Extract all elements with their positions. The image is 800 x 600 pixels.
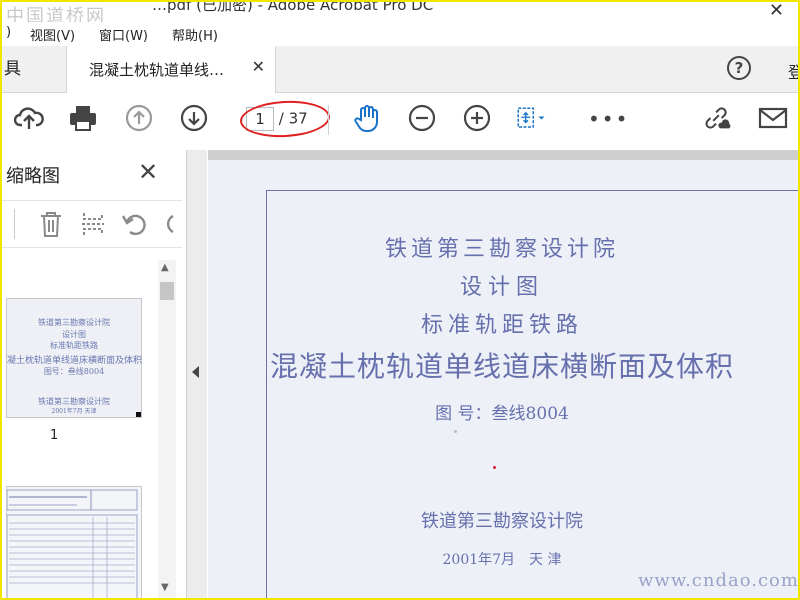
- thumb-line: 标准轨距铁路: [50, 341, 98, 350]
- page-thumbnail-1[interactable]: 铁道第三勘察设计院 设计图 标准轨距铁路 凝土枕轨道单线道床横断面及体积 图号：…: [6, 298, 142, 418]
- doc-institute-title: 铁道第三勘察设计院: [384, 237, 619, 262]
- help-icon[interactable]: ?: [727, 56, 751, 80]
- scroll-up-icon[interactable]: ▲: [161, 262, 169, 273]
- next-page-icon[interactable]: [179, 103, 209, 133]
- window-title: …pdf (已加密) - Adobe Acrobat Pro DC: [152, 0, 434, 14]
- tab-bar: 具 混凝土枕轨道单线… ✕ ? 登: [2, 46, 798, 93]
- doc-date: 2001年7月 天 津: [442, 552, 562, 568]
- site-watermark-bottom: www.cndao.com: [638, 570, 799, 591]
- tab-document[interactable]: 混凝土枕轨道单线… ✕: [66, 46, 276, 93]
- scroll-down-icon[interactable]: ▼: [161, 582, 169, 593]
- sign-in-button[interactable]: 登: [788, 59, 798, 83]
- doc-drawing-number: 图 号：叁线8004: [435, 404, 569, 424]
- scan-speck: [493, 466, 496, 469]
- tab-tools[interactable]: 具: [2, 46, 66, 92]
- thumb-line: 图号：叁线8004: [43, 367, 105, 376]
- main-toolbar: 1 / 37 •••: [2, 93, 798, 149]
- doc-design-label: 设计图: [459, 275, 544, 300]
- doc-main-title: 混凝土枕轨道单线道床横断面及体积: [269, 350, 734, 383]
- menu-view[interactable]: 视图(V): [30, 25, 75, 44]
- share-link-icon[interactable]: [702, 103, 732, 133]
- drawing-frame: 铁道第三勘察设计院 设计图 标准轨距铁路 混凝土枕轨道单线道床横断面及体积 图 …: [266, 190, 798, 598]
- toolbar-divider: [328, 105, 329, 135]
- thumb-line: 凝土枕轨道单线道床横断面及体积: [7, 356, 143, 366]
- rotate-clockwise-icon[interactable]: [158, 209, 178, 239]
- document-view[interactable]: 铁道第三勘察设计院 设计图 标准轨距铁路 混凝土枕轨道单线道床横断面及体积 图 …: [208, 150, 798, 598]
- rotate-page-icon[interactable]: [120, 209, 150, 239]
- thumbnail-panel-title: 缩略图: [6, 166, 60, 187]
- thumbnail-resize-handle[interactable]: [136, 412, 141, 417]
- thumbnail-scrollbar[interactable]: ▲ ▼: [158, 260, 176, 598]
- doc-gauge-label: 标准轨距铁路: [420, 313, 583, 338]
- pdf-page: 铁道第三勘察设计院 设计图 标准轨距铁路 混凝土枕轨道单线道床横断面及体积 图 …: [208, 160, 798, 598]
- app-window: 中国道桥网 …pdf (已加密) - Adobe Acrobat Pro DC …: [0, 0, 800, 600]
- tab-close-icon[interactable]: ✕: [252, 57, 265, 76]
- window-close-button[interactable]: ✕: [769, 2, 784, 21]
- menu-bar: ) 视图(V) 窗口(W) 帮助(H): [2, 22, 798, 46]
- menu-window[interactable]: 窗口(W): [99, 25, 148, 44]
- email-icon[interactable]: [758, 103, 788, 133]
- zoom-in-icon[interactable]: [462, 103, 492, 133]
- more-tools-icon[interactable]: •••: [588, 107, 629, 131]
- thumbnail-toolbar-divider: [14, 209, 15, 239]
- menu-edit-fragment[interactable]: ): [6, 25, 11, 40]
- red-annotation-oval: [239, 98, 331, 140]
- thumbnail-page-label: 1: [50, 428, 59, 443]
- thumbnail-toolbar: [2, 200, 182, 248]
- print-icon[interactable]: [68, 103, 98, 133]
- panel-close-icon[interactable]: ✕: [138, 158, 158, 186]
- panel-collapse-strip[interactable]: [187, 150, 207, 598]
- fit-page-icon[interactable]: [516, 103, 546, 133]
- thumb-line: 2001年7月 天津: [51, 408, 97, 415]
- thumb-line: 铁道第三勘察设计院: [38, 318, 110, 327]
- cloud-upload-icon[interactable]: [14, 103, 44, 133]
- hand-tool-icon[interactable]: [352, 103, 382, 133]
- menu-help[interactable]: 帮助(H): [172, 25, 218, 44]
- thumbnail-panel: 缩略图 ✕ 铁道第三勘察设计院 设计图 标准轨距铁路 凝土枕轨道单线道床横断面及…: [2, 150, 187, 598]
- delete-page-icon[interactable]: [36, 209, 66, 239]
- extract-page-icon[interactable]: [78, 209, 108, 239]
- zoom-out-icon[interactable]: [407, 103, 437, 133]
- collapse-arrow-icon[interactable]: [192, 366, 199, 378]
- title-bar: 中国道桥网 …pdf (已加密) - Adobe Acrobat Pro DC …: [2, 0, 798, 27]
- thumb-line: 设计图: [62, 330, 86, 339]
- tab-document-label: 混凝土枕轨道单线…: [89, 61, 225, 79]
- doc-publisher: 铁道第三勘察设计院: [421, 511, 583, 532]
- page-thumbnail-2[interactable]: [6, 486, 142, 598]
- previous-page-icon[interactable]: [124, 103, 154, 133]
- scan-speck: [454, 430, 457, 433]
- thumbnail-list: 铁道第三勘察设计院 设计图 标准轨距铁路 凝土枕轨道单线道床横断面及体积 图号：…: [2, 260, 182, 598]
- scrollbar-thumb[interactable]: [160, 282, 174, 300]
